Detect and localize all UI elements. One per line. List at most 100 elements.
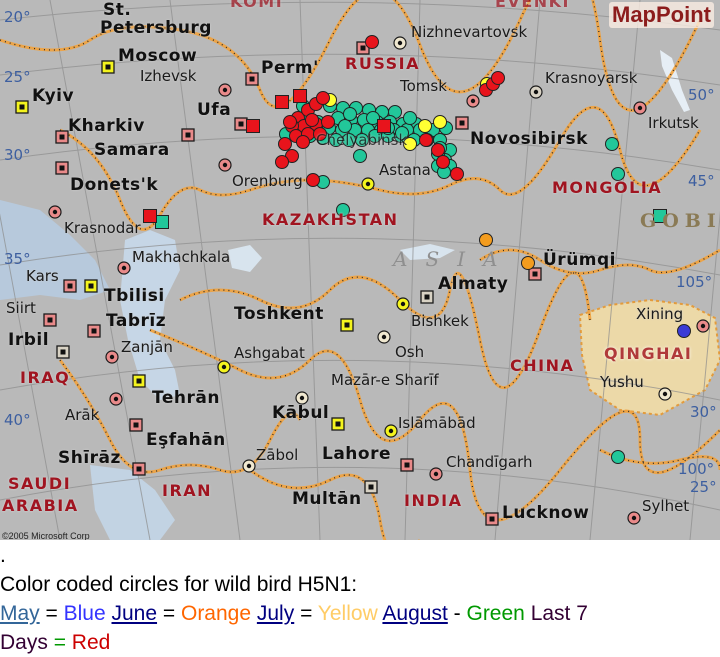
bird-marker-last-7-days bbox=[278, 137, 292, 151]
legend-color-orange: Orange bbox=[180, 602, 252, 625]
city-label-almaty[interactable]: Almaty bbox=[438, 276, 508, 293]
city-label-osh[interactable]: Osh bbox=[395, 345, 424, 360]
legend-days: Days bbox=[0, 631, 48, 654]
country-label-komi: KOMI bbox=[230, 0, 284, 11]
city-marker-center bbox=[91, 328, 97, 334]
city-marker-center bbox=[388, 428, 394, 434]
city-marker-center bbox=[532, 271, 538, 277]
map-view[interactable]: KOMI EVENKI RUSSIA KAZAKHSTAN MONGOLIA C… bbox=[0, 0, 720, 540]
legend-link-august[interactable]: August bbox=[382, 602, 447, 625]
city-marker-center bbox=[185, 132, 191, 138]
city-label-mazar-e-sharif[interactable]: Mazār-e Sharīf bbox=[331, 373, 439, 388]
country-label-arabia: ARABIA bbox=[2, 496, 79, 515]
city-label-zanjan[interactable]: Zanjān bbox=[121, 340, 173, 355]
city-label-tehran[interactable]: Tehrān bbox=[152, 390, 220, 407]
city-label-xining[interactable]: Xining bbox=[636, 307, 683, 322]
bird-marker-august bbox=[605, 137, 619, 151]
city-label-chandigarh[interactable]: Chandīgarh bbox=[446, 455, 533, 470]
region-label-asia: ASIA bbox=[393, 247, 516, 271]
city-label-lucknow[interactable]: Lucknow bbox=[502, 505, 589, 522]
city-label-makhachkala[interactable]: Makhachkala bbox=[132, 250, 230, 265]
city-marker-center bbox=[67, 283, 73, 289]
city-label-samara[interactable]: Samara bbox=[94, 142, 170, 159]
city-label-ufa[interactable]: Ufa bbox=[197, 102, 231, 119]
city-label-izhevsk[interactable]: Izhevsk bbox=[140, 69, 196, 84]
city-marker-center bbox=[52, 209, 58, 215]
city-label-kyiv[interactable]: Kyiv bbox=[32, 88, 74, 105]
city-marker-center bbox=[700, 323, 706, 329]
city-label-kharkiv[interactable]: Kharkiv bbox=[68, 118, 145, 135]
city-label-islamabad[interactable]: Islāmābād bbox=[398, 416, 476, 431]
city-label-orenburg[interactable]: Orenburg bbox=[232, 174, 303, 189]
city-label-kabul[interactable]: Kābul bbox=[272, 405, 329, 422]
city-label-toshkent[interactable]: Toshkent bbox=[234, 306, 324, 323]
legend-link-june[interactable]: June bbox=[112, 602, 158, 625]
city-marker-center bbox=[121, 265, 127, 271]
degree-label: 50° bbox=[688, 86, 715, 104]
city-marker-center bbox=[222, 87, 228, 93]
city-marker-center bbox=[299, 395, 305, 401]
city-label-perm[interactable]: Perm' bbox=[261, 60, 319, 77]
country-label-mongolia: MONGOLIA bbox=[552, 178, 663, 197]
city-marker-center bbox=[533, 89, 539, 95]
city-label-tbilisi[interactable]: Tbilisi bbox=[104, 288, 165, 305]
caption-title: Color coded circles for wild bird H5N1: bbox=[0, 573, 358, 596]
city-marker-center bbox=[249, 76, 255, 82]
region-label-qinghai: QINGHAI bbox=[604, 344, 693, 363]
legend-last-7: Last 7 bbox=[530, 602, 588, 625]
city-label-astana[interactable]: Astana bbox=[379, 163, 431, 178]
city-label-novosibirsk[interactable]: Novosibirsk bbox=[470, 131, 588, 148]
bird-marker-august bbox=[155, 215, 169, 229]
city-label-krasnodar[interactable]: Krasnodar bbox=[64, 221, 141, 236]
city-label-urumqi[interactable]: Ürümqi bbox=[543, 252, 616, 269]
city-label-ashgabat[interactable]: Ashgabat bbox=[234, 346, 305, 361]
city-marker-center bbox=[105, 64, 111, 70]
city-label-nizhnevartovsk[interactable]: Nizhnevartovsk bbox=[411, 25, 527, 40]
city-marker-center bbox=[404, 462, 410, 468]
bird-marker-last-7-days bbox=[293, 89, 307, 103]
city-label-irkutsk[interactable]: Irkutsk bbox=[648, 116, 699, 131]
city-label-kars[interactable]: Kars bbox=[26, 269, 59, 284]
bird-marker-last-7-days bbox=[450, 167, 464, 181]
degree-label: 40° bbox=[4, 411, 31, 429]
country-label-saudi: SAUDI bbox=[8, 474, 72, 493]
city-label-moscow[interactable]: Moscow bbox=[118, 48, 197, 65]
region-label-gobi: GOBI bbox=[640, 210, 720, 232]
bird-marker-last-7-days bbox=[419, 133, 433, 147]
city-marker-center bbox=[60, 349, 66, 355]
city-label-shiraz[interactable]: Shīrāz bbox=[58, 450, 121, 467]
caption-dot: . bbox=[0, 544, 6, 567]
city-label-petersburg[interactable]: Petersburg bbox=[100, 20, 212, 37]
city-label-tomsk[interactable]: Tomsk bbox=[400, 79, 447, 94]
city-label-esfahan[interactable]: Eşfahān bbox=[146, 432, 226, 449]
copyright-text: ©2005 Microsoft Corp bbox=[2, 531, 90, 540]
lake-baikal bbox=[660, 50, 690, 112]
legend-sep: - bbox=[447, 602, 467, 625]
city-label-irbil[interactable]: Irbil bbox=[8, 332, 49, 349]
city-marker-center bbox=[662, 391, 668, 397]
city-label-tabriz[interactable]: Tabrīz bbox=[106, 313, 166, 330]
city-label-donetsk[interactable]: Donets'k bbox=[70, 177, 158, 194]
bird-marker-last-7-days bbox=[321, 115, 335, 129]
city-marker-center bbox=[47, 317, 53, 323]
city-marker-center bbox=[19, 104, 25, 110]
city-label-multan[interactable]: Multān bbox=[292, 491, 362, 508]
city-marker-center bbox=[88, 283, 94, 289]
legend-link-may[interactable]: May bbox=[0, 602, 40, 625]
country-label-kazakhstan: KAZAKHSTAN bbox=[262, 210, 399, 229]
city-marker-center bbox=[246, 463, 252, 469]
city-label-lahore[interactable]: Lahore bbox=[322, 446, 391, 463]
city-label-st[interactable]: St. bbox=[103, 2, 131, 19]
city-label-zabol[interactable]: Zābol bbox=[256, 448, 298, 463]
degree-label: 100° bbox=[678, 460, 715, 478]
city-label-siirt[interactable]: Siirt bbox=[6, 301, 36, 316]
legend-link-july[interactable]: July bbox=[257, 602, 294, 625]
city-label-krasnoyarsk[interactable]: Krasnoyarsk bbox=[545, 71, 637, 86]
bird-marker-june bbox=[521, 256, 535, 270]
city-label-arak[interactable]: Arāk bbox=[65, 408, 99, 423]
city-label-chelyabinsk[interactable]: Chelyabinsk bbox=[316, 133, 407, 148]
city-label-yushu[interactable]: Yushu bbox=[600, 375, 644, 390]
city-marker-center bbox=[344, 322, 350, 328]
city-label-bishkek[interactable]: Bishkek bbox=[411, 314, 469, 329]
city-label-sylhet[interactable]: Sylhet bbox=[642, 499, 689, 514]
